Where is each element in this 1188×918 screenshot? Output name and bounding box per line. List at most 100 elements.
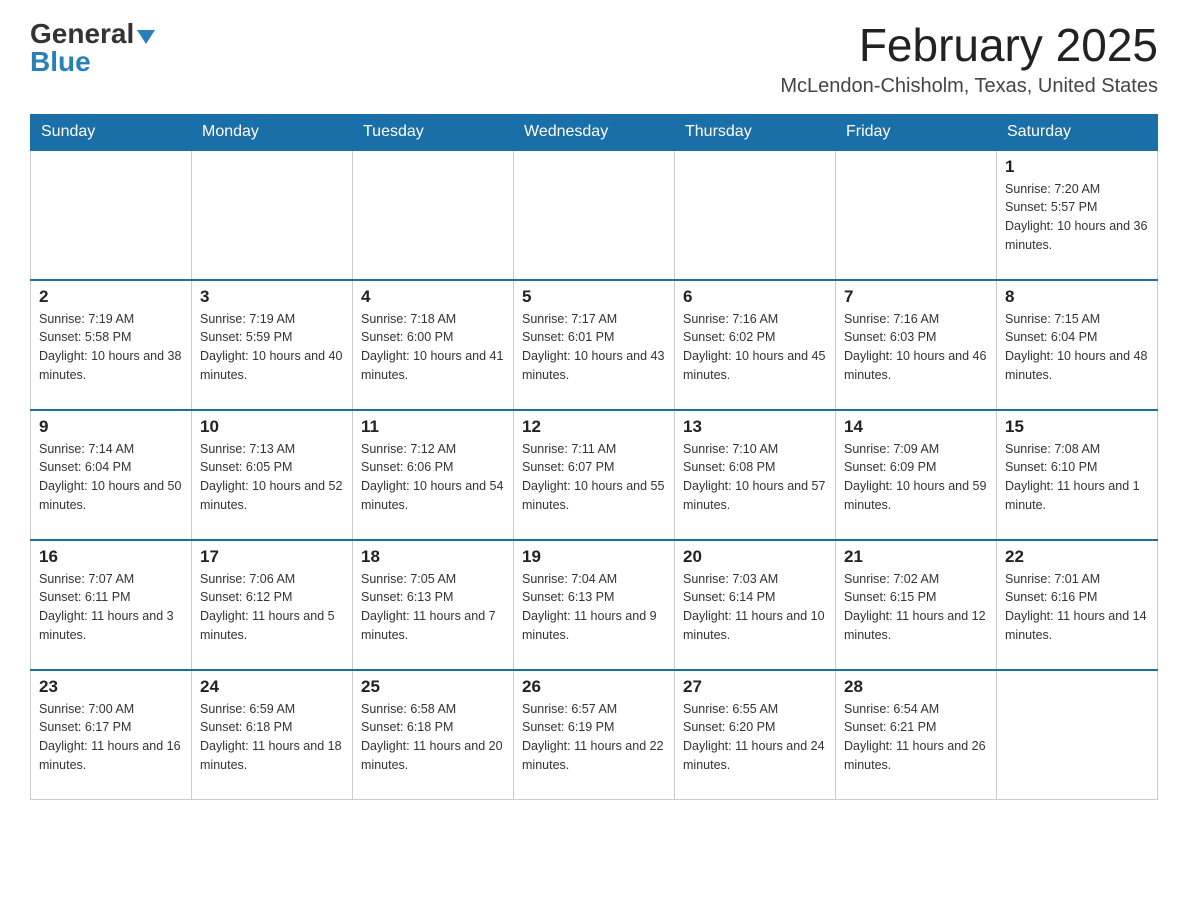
- day-number: 15: [1005, 417, 1149, 437]
- day-info: Sunrise: 7:15 AMSunset: 6:04 PMDaylight:…: [1005, 310, 1149, 385]
- day-cell: 25 Sunrise: 6:58 AMSunset: 6:18 PMDayligh…: [353, 670, 514, 800]
- day-cell: 3 Sunrise: 7:19 AMSunset: 5:59 PMDaylight…: [192, 280, 353, 410]
- day-number: 12: [522, 417, 666, 437]
- weekday-header-monday: Monday: [192, 114, 353, 150]
- day-cell: 20Sunrise: 7:03 AMSunset: 6:14 PMDayligh…: [675, 540, 836, 670]
- day-number: 23: [39, 677, 183, 697]
- day-number: 3: [200, 287, 344, 307]
- day-info: Sunrise: 6:54 AMSunset: 6:21 PMDaylight:…: [844, 700, 988, 775]
- day-info: Sunrise: 7:08 AMSunset: 6:10 PMDaylight:…: [1005, 440, 1149, 515]
- day-cell: 14Sunrise: 7:09 AMSunset: 6:09 PMDayligh…: [836, 410, 997, 540]
- day-info: Sunrise: 6:58 AMSunset: 6:18 PMDaylight:…: [361, 700, 505, 775]
- day-info: Sunrise: 7:00 AMSunset: 6:17 PMDaylight:…: [39, 700, 183, 775]
- day-cell: 12 Sunrise: 7:11 AMSunset: 6:07 PMDayligh…: [514, 410, 675, 540]
- weekday-header-saturday: Saturday: [997, 114, 1158, 150]
- day-info: Sunrise: 7:07 AMSunset: 6:11 PMDaylight:…: [39, 570, 183, 645]
- day-number: 17: [200, 547, 344, 567]
- day-number: 13: [683, 417, 827, 437]
- day-info: Sunrise: 7:12 AMSunset: 6:06 PMDaylight:…: [361, 440, 505, 515]
- day-number: 9: [39, 417, 183, 437]
- day-number: 28: [844, 677, 988, 697]
- weekday-header-tuesday: Tuesday: [353, 114, 514, 150]
- day-number: 7: [844, 287, 988, 307]
- day-cell: 18 Sunrise: 7:05 AMSunset: 6:13 PMDayligh…: [353, 540, 514, 670]
- weekday-header-sunday: Sunday: [31, 114, 192, 150]
- day-cell: 1 Sunrise: 7:20 AMSunset: 5:57 PMDaylight…: [997, 150, 1158, 280]
- day-info: Sunrise: 7:14 AMSunset: 6:04 PMDaylight:…: [39, 440, 183, 515]
- day-info: Sunrise: 7:05 AMSunset: 6:13 PMDaylight:…: [361, 570, 505, 645]
- day-number: 2: [39, 287, 183, 307]
- day-cell: [353, 150, 514, 280]
- day-cell: 6 Sunrise: 7:16 AMSunset: 6:02 PMDaylight…: [675, 280, 836, 410]
- day-cell: 2 Sunrise: 7:19 AMSunset: 5:58 PMDaylight…: [31, 280, 192, 410]
- day-cell: 5 Sunrise: 7:17 AMSunset: 6:01 PMDaylight…: [514, 280, 675, 410]
- day-info: Sunrise: 7:01 AMSunset: 6:16 PMDaylight:…: [1005, 570, 1149, 645]
- logo: General Blue: [30, 20, 155, 76]
- day-cell: 24Sunrise: 6:59 AMSunset: 6:18 PMDayligh…: [192, 670, 353, 800]
- day-info: Sunrise: 7:18 AMSunset: 6:00 PMDaylight:…: [361, 310, 505, 385]
- day-info: Sunrise: 7:19 AMSunset: 5:59 PMDaylight:…: [200, 310, 344, 385]
- day-cell: 26 Sunrise: 6:57 AMSunset: 6:19 PMDayligh…: [514, 670, 675, 800]
- day-info: Sunrise: 7:16 AMSunset: 6:03 PMDaylight:…: [844, 310, 988, 385]
- day-cell: 7 Sunrise: 7:16 AMSunset: 6:03 PMDaylight…: [836, 280, 997, 410]
- day-number: 24: [200, 677, 344, 697]
- day-number: 1: [1005, 157, 1149, 177]
- day-number: 16: [39, 547, 183, 567]
- day-cell: 28 Sunrise: 6:54 AMSunset: 6:21 PMDayligh…: [836, 670, 997, 800]
- day-number: 11: [361, 417, 505, 437]
- day-number: 5: [522, 287, 666, 307]
- day-cell: [836, 150, 997, 280]
- day-number: 27: [683, 677, 827, 697]
- day-number: 22: [1005, 547, 1149, 567]
- logo-arrow-icon: [137, 30, 155, 44]
- day-cell: 13 Sunrise: 7:10 AMSunset: 6:08 PMDayligh…: [675, 410, 836, 540]
- weekday-header-friday: Friday: [836, 114, 997, 150]
- title-area: February 2025 McLendon-Chisholm, Texas, …: [780, 20, 1158, 98]
- day-number: 6: [683, 287, 827, 307]
- day-cell: 11 Sunrise: 7:12 AMSunset: 6:06 PMDayligh…: [353, 410, 514, 540]
- day-cell: 8Sunrise: 7:15 AMSunset: 6:04 PMDaylight…: [997, 280, 1158, 410]
- day-info: Sunrise: 6:55 AMSunset: 6:20 PMDaylight:…: [683, 700, 827, 775]
- logo-blue-text: Blue: [30, 48, 91, 76]
- weekday-header-thursday: Thursday: [675, 114, 836, 150]
- day-number: 18: [361, 547, 505, 567]
- weekday-header-wednesday: Wednesday: [514, 114, 675, 150]
- week-row-2: 2 Sunrise: 7:19 AMSunset: 5:58 PMDaylight…: [31, 280, 1158, 410]
- day-cell: 15 Sunrise: 7:08 AMSunset: 6:10 PMDayligh…: [997, 410, 1158, 540]
- day-number: 26: [522, 677, 666, 697]
- day-number: 4: [361, 287, 505, 307]
- day-number: 20: [683, 547, 827, 567]
- day-number: 25: [361, 677, 505, 697]
- week-row-5: 23 Sunrise: 7:00 AMSunset: 6:17 PMDayligh…: [31, 670, 1158, 800]
- week-row-1: 1 Sunrise: 7:20 AMSunset: 5:57 PMDaylight…: [31, 150, 1158, 280]
- day-cell: [514, 150, 675, 280]
- week-row-3: 9 Sunrise: 7:14 AMSunset: 6:04 PMDaylight…: [31, 410, 1158, 540]
- day-cell: [675, 150, 836, 280]
- calendar-table: SundayMondayTuesdayWednesdayThursdayFrid…: [30, 114, 1158, 801]
- logo-general-text: General: [30, 18, 134, 49]
- month-title: February 2025: [780, 20, 1158, 71]
- day-info: Sunrise: 7:13 AMSunset: 6:05 PMDaylight:…: [200, 440, 344, 515]
- day-info: Sunrise: 6:57 AMSunset: 6:19 PMDaylight:…: [522, 700, 666, 775]
- day-cell: [192, 150, 353, 280]
- day-info: Sunrise: 7:10 AMSunset: 6:08 PMDaylight:…: [683, 440, 827, 515]
- day-cell: 16 Sunrise: 7:07 AMSunset: 6:11 PMDayligh…: [31, 540, 192, 670]
- day-cell: 21Sunrise: 7:02 AMSunset: 6:15 PMDayligh…: [836, 540, 997, 670]
- day-cell: 19Sunrise: 7:04 AMSunset: 6:13 PMDayligh…: [514, 540, 675, 670]
- weekday-header-row: SundayMondayTuesdayWednesdayThursdayFrid…: [31, 114, 1158, 150]
- day-info: Sunrise: 7:11 AMSunset: 6:07 PMDaylight:…: [522, 440, 666, 515]
- day-cell: [997, 670, 1158, 800]
- day-cell: 27 Sunrise: 6:55 AMSunset: 6:20 PMDayligh…: [675, 670, 836, 800]
- day-number: 10: [200, 417, 344, 437]
- day-info: Sunrise: 7:16 AMSunset: 6:02 PMDaylight:…: [683, 310, 827, 385]
- day-info: Sunrise: 7:02 AMSunset: 6:15 PMDaylight:…: [844, 570, 988, 645]
- week-row-4: 16 Sunrise: 7:07 AMSunset: 6:11 PMDayligh…: [31, 540, 1158, 670]
- day-info: Sunrise: 7:20 AMSunset: 5:57 PMDaylight:…: [1005, 180, 1149, 255]
- day-number: 14: [844, 417, 988, 437]
- day-number: 19: [522, 547, 666, 567]
- day-info: Sunrise: 7:19 AMSunset: 5:58 PMDaylight:…: [39, 310, 183, 385]
- day-info: Sunrise: 7:17 AMSunset: 6:01 PMDaylight:…: [522, 310, 666, 385]
- location-title: McLendon-Chisholm, Texas, United States: [780, 75, 1158, 98]
- day-cell: 17Sunrise: 7:06 AMSunset: 6:12 PMDayligh…: [192, 540, 353, 670]
- logo-text: General: [30, 20, 155, 48]
